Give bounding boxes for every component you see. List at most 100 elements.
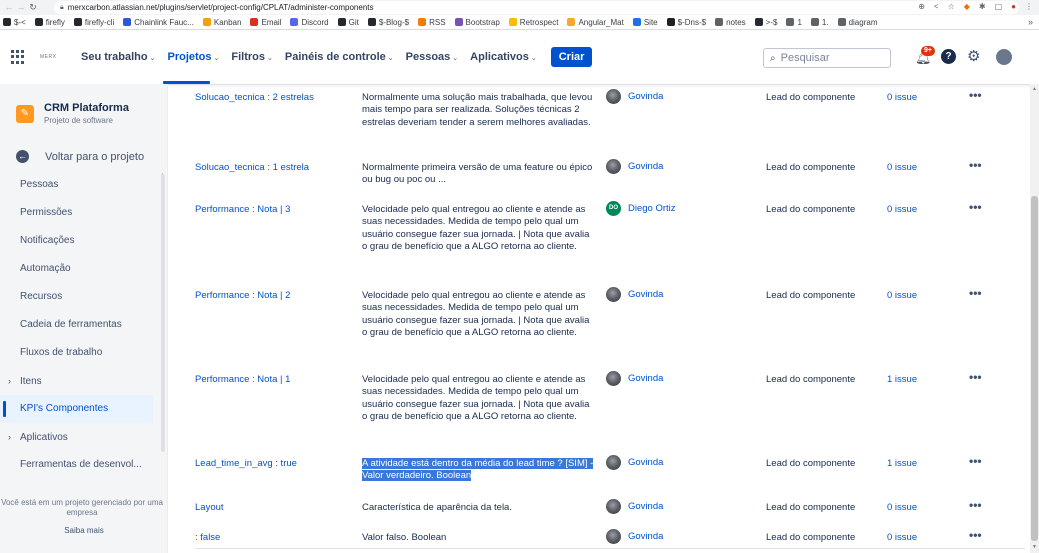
issue-count-link[interactable]: 0 issue — [887, 162, 917, 173]
scroll-up-icon[interactable]: ▲ — [1032, 86, 1037, 92]
help-icon[interactable]: ? — [941, 49, 956, 64]
issue-count-link[interactable]: 1 issue — [887, 374, 917, 385]
extensions-puzzle-icon[interactable]: ✱ — [979, 2, 986, 11]
bookmark-item[interactable]: firefly — [34, 18, 65, 27]
more-actions-icon[interactable]: ••• — [969, 370, 982, 384]
sidebar-item[interactable]: Ferramentas de desenvol... — [0, 451, 160, 479]
search-input[interactable]: ⌕ Pesquisar — [763, 48, 891, 68]
more-bookmarks-icon[interactable]: » — [1028, 15, 1033, 29]
sidebar-item[interactable]: Fluxos de trabalho — [0, 339, 160, 367]
more-actions-icon[interactable]: ••• — [969, 200, 982, 214]
bookmark-item[interactable]: $-Blog-$ — [367, 18, 409, 27]
bookmark-item[interactable]: Chainlink Fauc... — [123, 18, 194, 27]
share-icon[interactable]: < — [934, 2, 939, 11]
component-lead[interactable]: Govinda — [606, 287, 663, 302]
bookmark-item[interactable]: Site — [632, 18, 658, 27]
bookmark-item[interactable]: 1. — [810, 18, 829, 27]
settings-gear-icon[interactable]: ⚙ — [967, 47, 980, 65]
component-name-link[interactable]: Performance : Nota | 1 — [195, 374, 290, 385]
nav-pessoas[interactable]: Pessoas ⌄ — [406, 51, 459, 63]
nav-aplicativos[interactable]: Aplicativos ⌄ — [470, 51, 537, 63]
lead-name[interactable]: Govinda — [628, 289, 663, 300]
page-scrollbar[interactable]: ▲ ▼ — [1030, 84, 1039, 553]
address-bar[interactable]: 🔒︎ merxcarbon.atlassian.net/plugins/serv… — [54, 1, 1019, 14]
site-logo[interactable]: MERX — [40, 54, 56, 60]
bookmark-item[interactable]: Git — [337, 18, 359, 27]
bookmark-item[interactable]: diagram — [837, 18, 877, 27]
sidebar-scrollbar[interactable] — [161, 174, 165, 452]
lead-name[interactable]: Govinda — [628, 161, 663, 172]
bookmark-item[interactable]: notes — [715, 18, 746, 27]
nav-seu-trabalho[interactable]: Seu trabalho ⌄ — [81, 51, 156, 63]
app-switcher-icon[interactable] — [11, 50, 25, 64]
bookmark-item[interactable]: $-Dns-$ — [666, 18, 706, 27]
lead-name[interactable]: Diego Ortiz — [628, 203, 676, 214]
bookmark-item[interactable]: firefly-cli — [73, 18, 114, 27]
bookmark-item[interactable]: Kanban — [202, 18, 241, 27]
user-avatar[interactable] — [996, 49, 1012, 65]
reload-icon[interactable]: ↻ — [27, 0, 39, 15]
component-lead[interactable]: Govinda — [606, 455, 663, 470]
issue-count-link[interactable]: 0 issue — [887, 502, 917, 513]
more-actions-icon[interactable]: ••• — [969, 454, 982, 468]
scroll-down-icon[interactable]: ▼ — [1032, 544, 1037, 550]
nav-pain-is-de-controle[interactable]: Painéis de controle ⌄ — [285, 51, 394, 63]
sidebar-item[interactable]: Notificações — [0, 227, 160, 255]
component-name-link[interactable]: Performance : Nota | 2 — [195, 290, 290, 301]
component-name-link[interactable]: Solucao_tecnica : 1 estrela — [195, 162, 309, 173]
sidebar-item[interactable]: › Aplicativos — [0, 423, 160, 451]
lead-name[interactable]: Govinda — [628, 531, 663, 542]
component-name-link[interactable]: : false — [195, 532, 220, 543]
component-name-link[interactable]: Performance : Nota | 3 — [195, 204, 290, 215]
sidebar-item[interactable]: Automação — [0, 255, 160, 283]
issue-count-link[interactable]: 0 issue — [887, 204, 917, 215]
nav-filtros[interactable]: Filtros ⌄ — [231, 51, 273, 63]
component-lead[interactable]: Govinda — [606, 499, 663, 514]
component-lead[interactable]: Govinda — [606, 89, 663, 104]
browser-menu-icon[interactable]: ⋮ — [1025, 2, 1033, 11]
component-lead[interactable]: DO Diego Ortiz — [606, 201, 676, 216]
learn-more-link[interactable]: Saiba mais — [0, 526, 168, 535]
sidebar-item[interactable]: Cadeia de ferramentas — [0, 311, 160, 339]
profile-extension-icon[interactable]: ● — [1011, 2, 1016, 11]
lead-name[interactable]: Govinda — [628, 91, 663, 102]
bookmark-star-icon[interactable]: ☆ — [948, 2, 955, 11]
back-arrow-icon[interactable]: ← — [3, 0, 15, 15]
back-to-project-link[interactable]: ← Voltar para o projeto — [16, 150, 144, 163]
issue-count-link[interactable]: 0 issue — [887, 92, 917, 103]
metamask-extension-icon[interactable]: ◆ — [964, 2, 970, 11]
sidebar-item[interactable]: › Itens — [0, 367, 160, 395]
component-lead[interactable]: Govinda — [606, 371, 663, 386]
nav-projetos[interactable]: Projetos ⌄ — [168, 51, 220, 63]
lead-name[interactable]: Govinda — [628, 457, 663, 468]
issue-count-link[interactable]: 1 issue — [887, 458, 917, 469]
bookmark-item[interactable]: Bootstrap — [454, 18, 500, 27]
lead-name[interactable]: Govinda — [628, 373, 663, 384]
component-lead[interactable]: Govinda — [606, 529, 663, 544]
sidebar-item[interactable]: Pessoas — [0, 171, 160, 199]
component-name-link[interactable]: Layout — [195, 502, 224, 513]
bookmark-item[interactable]: $-< — [3, 18, 26, 27]
more-actions-icon[interactable]: ••• — [969, 528, 982, 542]
forward-arrow-icon[interactable]: → — [15, 0, 27, 15]
more-actions-icon[interactable]: ••• — [969, 158, 982, 172]
bookmark-item[interactable]: Angular_Mat — [567, 18, 624, 27]
bookmark-item[interactable]: >-$ — [754, 18, 777, 27]
bookmark-item[interactable]: Discord — [290, 18, 329, 27]
issue-count-link[interactable]: 0 issue — [887, 290, 917, 301]
bookmark-item[interactable]: Email — [250, 18, 281, 27]
more-actions-icon[interactable]: ••• — [969, 498, 982, 512]
bookmark-item[interactable]: 1 — [786, 18, 802, 27]
lead-name[interactable]: Govinda — [628, 501, 663, 512]
issue-count-link[interactable]: 0 issue — [887, 532, 917, 543]
component-name-link[interactable]: Lead_time_in_avg : true — [195, 458, 297, 469]
sidebar-item[interactable]: Recursos — [0, 283, 160, 311]
zoom-icon[interactable]: ⊕ — [918, 2, 925, 11]
bookmark-item[interactable]: RSS — [418, 18, 446, 27]
scrollbar-thumb[interactable] — [1031, 196, 1038, 541]
sidebar-item[interactable]: KPI's Componentes — [0, 395, 153, 423]
more-actions-icon[interactable]: ••• — [969, 88, 982, 102]
sidepanel-icon[interactable]: ▢ — [995, 2, 1003, 11]
sidebar-item[interactable]: Permissões — [0, 199, 160, 227]
bookmark-item[interactable]: Retrospect — [508, 18, 558, 27]
